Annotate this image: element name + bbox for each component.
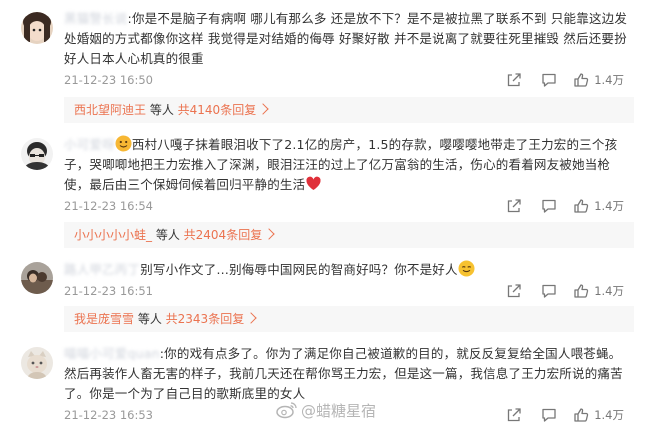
username[interactable]: 小可爱呀 bbox=[64, 135, 115, 155]
avatar[interactable] bbox=[21, 12, 53, 44]
comment-icon[interactable] bbox=[541, 198, 557, 214]
reply-username[interactable]: 西北望阿迪王 bbox=[74, 103, 146, 117]
comment-text: 黑猫警长说:你是不是脑子有病啊 哪儿有那么多 还是放不下？是不是被拉黑了联系不到… bbox=[64, 9, 628, 66]
chevron-right-icon bbox=[257, 103, 269, 115]
reply-username[interactable]: 我是庞雪雪 bbox=[74, 312, 134, 326]
comment-time: 21-12-23 16:51 bbox=[64, 284, 153, 298]
like-button[interactable]: 1.4万 bbox=[573, 72, 624, 88]
share-icon[interactable] bbox=[506, 407, 522, 423]
heart-icon bbox=[306, 176, 321, 190]
avatar[interactable] bbox=[21, 347, 53, 379]
chevron-right-icon bbox=[245, 312, 257, 324]
smiley-emoji-icon bbox=[458, 260, 475, 277]
reply-count[interactable]: 共4140条回复 bbox=[178, 103, 257, 117]
thumbs-up-icon bbox=[574, 284, 589, 298]
comment-time: 21-12-23 16:54 bbox=[64, 199, 153, 213]
reply-summary[interactable]: 西北望阿迪王 等人 共4140条回复 bbox=[64, 97, 634, 123]
like-button[interactable]: 1.4万 bbox=[573, 283, 624, 299]
thumbs-up-icon bbox=[574, 199, 589, 213]
share-icon[interactable] bbox=[506, 283, 522, 299]
share-icon[interactable] bbox=[506, 72, 522, 88]
avatar[interactable] bbox=[21, 138, 53, 170]
comment-time: 21-12-23 16:53 bbox=[64, 408, 153, 422]
comment-text: 路人甲乙丙丁别写小作文了…别侮辱中国网民的智商好吗？你不是好人 bbox=[64, 260, 634, 280]
comment-icon[interactable] bbox=[541, 283, 557, 299]
username[interactable]: 黑猫警长说 bbox=[64, 9, 128, 29]
reply-count[interactable]: 共2404条回复 bbox=[184, 228, 263, 242]
share-icon[interactable] bbox=[506, 198, 522, 214]
like-count: 1.4万 bbox=[594, 408, 624, 422]
username[interactable]: 喵喵小可爱quan bbox=[64, 344, 160, 364]
like-count: 1.4万 bbox=[594, 284, 624, 298]
reply-summary[interactable]: 我是庞雪雪 等人 共2343条回复 bbox=[64, 306, 634, 332]
avatar[interactable] bbox=[21, 262, 53, 294]
comment-icon[interactable] bbox=[541, 72, 557, 88]
like-button[interactable]: 1.4万 bbox=[573, 407, 624, 423]
comment-text: 小可爱呀 西村八嘎子抹着眼泪收下了2.1亿的房产，1.5的存款，嘤嘤嘤地带走了王力… bbox=[64, 135, 618, 192]
chevron-right-icon bbox=[263, 228, 275, 240]
comment-time: 21-12-23 16:50 bbox=[64, 73, 153, 87]
reply-count[interactable]: 共2343条回复 bbox=[166, 312, 245, 326]
like-count: 1.4万 bbox=[594, 199, 624, 213]
comment-icon[interactable] bbox=[541, 407, 557, 423]
smiley-emoji-icon bbox=[115, 135, 132, 152]
comment-text: 喵喵小可爱quan:你的戏有点多了。你为了满足你自己被道歉的目的，就反反复复给全… bbox=[64, 344, 623, 401]
reply-summary[interactable]: 小小小小小蛙_ 等人 共2404条回复 bbox=[64, 222, 634, 248]
like-button[interactable]: 1.4万 bbox=[573, 198, 624, 214]
weibo-logo-icon bbox=[276, 402, 297, 419]
watermark-text: @蜡糖星宿 bbox=[301, 401, 377, 420]
thumbs-up-icon bbox=[574, 408, 589, 422]
username[interactable]: 路人甲乙丙丁 bbox=[64, 260, 140, 280]
watermark: @蜡糖星宿 bbox=[276, 399, 376, 421]
thumbs-up-icon bbox=[574, 73, 589, 87]
reply-username[interactable]: 小小小小小蛙_ bbox=[74, 228, 152, 242]
like-count: 1.4万 bbox=[594, 73, 624, 87]
